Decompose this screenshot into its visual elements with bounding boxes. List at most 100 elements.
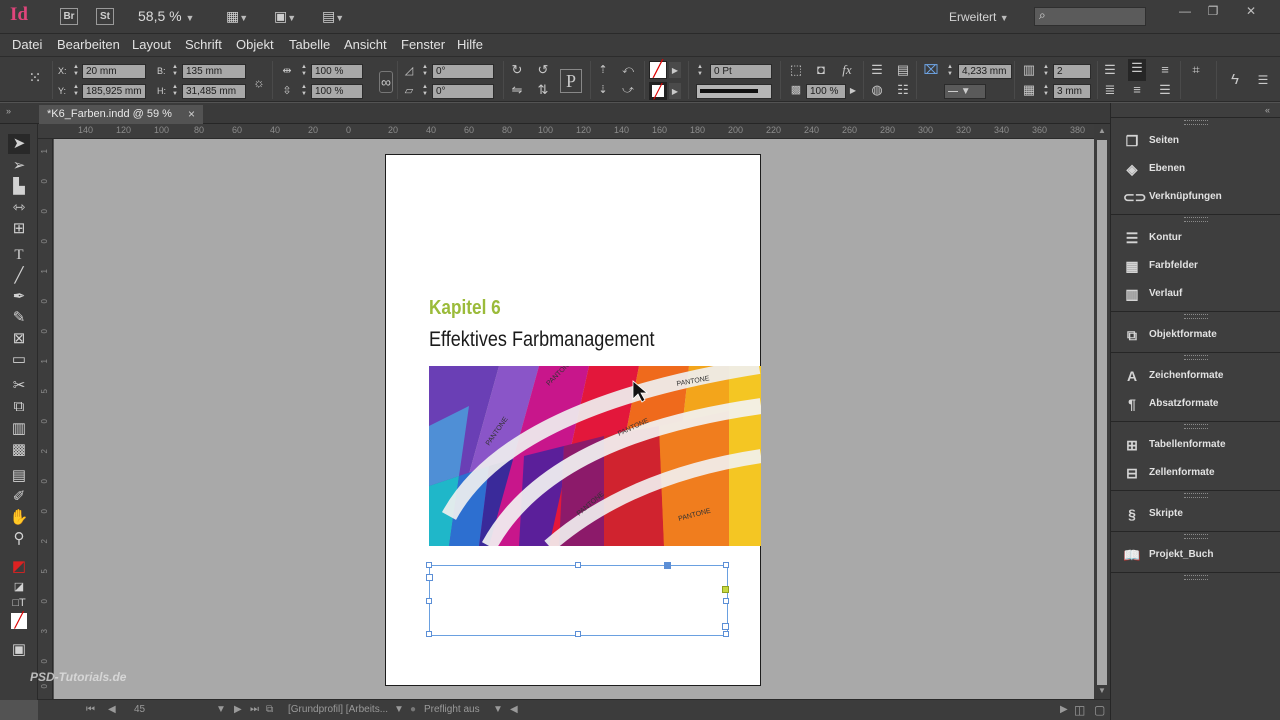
stroke-weight-spinner[interactable]: ▲ ▼ (696, 64, 704, 79)
minimize-button[interactable]: — (1172, 3, 1198, 19)
stroke-type-select[interactable] (696, 84, 772, 99)
panel-kontur[interactable]: ☰ Kontur (1111, 224, 1280, 252)
x-spinner[interactable]: ▲ ▼ (72, 64, 80, 79)
expand-panels-icon[interactable]: « (1265, 105, 1270, 115)
workspace-switcher[interactable]: Erweitert ▼ (949, 10, 1009, 24)
pen-tool-icon[interactable]: ✒ (8, 287, 30, 307)
selection-tool-icon[interactable]: ➤ (8, 134, 30, 154)
scale-x-field[interactable]: 100 % (311, 64, 363, 79)
help-search-input[interactable]: ⌕ (1034, 7, 1146, 26)
text-wrap-jump-icon[interactable]: ☷ (894, 81, 912, 99)
inset-spinner[interactable]: ▲ ▼ (946, 64, 954, 79)
selected-text-frame[interactable] (426, 562, 729, 637)
handle-middle-right[interactable] (723, 598, 729, 604)
opacity-field[interactable]: 100 % (806, 84, 846, 99)
open-in-window-icon[interactable]: ⧉ (266, 704, 273, 715)
page-tool-icon[interactable]: ▙ (8, 177, 30, 197)
rotation-spinner[interactable]: ▲ ▼ (421, 64, 429, 79)
rectangle-tool-icon[interactable]: ▭ (8, 350, 30, 370)
handle-bottom-right[interactable] (723, 631, 729, 637)
preflight-status[interactable]: Preflight aus (424, 704, 480, 715)
stroke-weight-field[interactable]: 0 Pt (710, 64, 772, 79)
next-page-icon[interactable]: ▶ (234, 704, 242, 715)
scroll-right-icon[interactable]: ▶ (1060, 704, 1068, 715)
page-menu-icon[interactable]: ▼ (216, 704, 226, 715)
collapse-tools-icon[interactable]: » (6, 106, 11, 116)
link-scale-icon[interactable]: ∞ (379, 71, 393, 93)
panel-group-grip[interactable] (1111, 421, 1280, 429)
frame-fitting-icon[interactable]: ⌧ (922, 61, 940, 79)
zoom-tool-icon[interactable]: ⚲ (8, 529, 30, 549)
control-panel-menu-icon[interactable]: ☰ (1254, 71, 1272, 89)
panel-group-grip[interactable] (1111, 352, 1280, 360)
scroll-down-icon[interactable]: ▼ (1098, 686, 1106, 695)
panel-group-grip[interactable] (1111, 490, 1280, 498)
flip-horizontal-icon[interactable]: ⇋ (508, 81, 526, 99)
panel-zellenformate[interactable]: ⊟ Zellenformate (1111, 459, 1280, 487)
select-container-icon[interactable]: ⇡ (594, 61, 612, 79)
handle-middle-left[interactable] (426, 598, 432, 604)
panel-zeichenformate[interactable]: A Zeichenformate (1111, 362, 1280, 390)
handle-top-right[interactable] (723, 562, 729, 568)
panel-farbfelder[interactable]: ▦ Farbfelder (1111, 252, 1280, 280)
height-spinner[interactable]: ▲ ▼ (171, 84, 179, 99)
screen-mode-icon[interactable]: ▣▼ (274, 8, 304, 26)
text-wrap-shape-icon[interactable]: ◍ (868, 81, 886, 99)
y-field[interactable]: 185,925 mm (82, 84, 146, 99)
handle-bottom-left[interactable] (426, 631, 432, 637)
inset-field[interactable]: 4,233 mm (958, 64, 1012, 79)
constrain-proportions-icon[interactable]: ☼ (250, 74, 268, 92)
flip-vertical-icon[interactable]: ⇅ (534, 81, 552, 99)
panel-group-grip[interactable] (1111, 117, 1280, 125)
quick-apply-icon[interactable]: ϟ (1226, 71, 1244, 89)
view-options-icon[interactable]: ▦▼ (226, 8, 256, 26)
height-field[interactable]: 31,485 mm (182, 84, 246, 99)
rectangle-frame-tool-icon[interactable]: ⊠ (8, 329, 30, 349)
bridge-button[interactable]: Br (60, 8, 78, 25)
menu-datei[interactable]: Datei (12, 37, 42, 52)
scale-y-field[interactable]: 100 % (311, 84, 363, 99)
panel-seiten[interactable]: ❐ Seiten (1111, 127, 1280, 155)
direct-selection-tool-icon[interactable]: ➢ (8, 156, 30, 176)
scroll-up-icon[interactable]: ▲ (1098, 126, 1106, 135)
panel-verlauf[interactable]: ▥ Verlauf (1111, 280, 1280, 308)
panel-group-grip[interactable] (1111, 214, 1280, 222)
panel-projekt-buch[interactable]: 📖 Projekt_Buch (1111, 541, 1280, 569)
profile-menu-icon[interactable]: ▼ (394, 704, 404, 715)
preflight-menu-icon[interactable]: ▼ (493, 704, 503, 715)
vertical-ruler[interactable]: 1 0 0 0 1 0 0 1 5 0 2 0 0 2 5 0 3 0 0 (38, 139, 53, 699)
corner-shape-select[interactable]: ⎯⎯ ▼ (944, 84, 986, 99)
menu-objekt[interactable]: Objekt (236, 37, 274, 52)
panel-group-grip[interactable] (1111, 311, 1280, 319)
apply-none-icon[interactable]: ╱ (11, 613, 27, 629)
document-page[interactable]: Kapitel 6 Effektives Farbmanagement PANT… (385, 154, 761, 686)
justify-center-icon[interactable]: ≡ (1128, 81, 1146, 99)
opacity-arrow-icon[interactable]: ▶ (848, 82, 858, 100)
gutter-field[interactable]: 3 mm (1053, 84, 1091, 99)
panel-ebenen[interactable]: ◈ Ebenen (1111, 155, 1280, 183)
text-frame-out-port-bottom[interactable] (722, 623, 729, 630)
y-spinner[interactable]: ▲ ▼ (72, 84, 80, 99)
drop-shadow-icon[interactable]: ◘ (812, 61, 830, 79)
text-frame-out-port[interactable] (722, 586, 729, 593)
justify-full-icon[interactable]: ☰ (1156, 81, 1174, 99)
in-port-handle[interactable] (664, 562, 671, 569)
menu-ansicht[interactable]: Ansicht (344, 37, 387, 52)
corner-options-icon[interactable]: ⬚ (787, 61, 805, 79)
pencil-tool-icon[interactable]: ✎ (8, 308, 30, 328)
previous-page-icon[interactable]: ◀ (108, 704, 116, 715)
pantone-fan-image[interactable]: PANTONE PANTONE PANTONE PANTONE PANTONE … (429, 366, 761, 546)
scale-x-spinner[interactable]: ▲ ▼ (300, 64, 308, 79)
panel-group-grip[interactable] (1111, 572, 1280, 580)
gap-tool-icon[interactable]: ⇿ (8, 198, 30, 218)
shear-spinner[interactable]: ▲ ▼ (421, 84, 429, 99)
columns-spinner[interactable]: ▲ ▼ (1042, 64, 1050, 79)
rotate-ccw-icon[interactable]: ↺ (534, 61, 552, 79)
x-field[interactable]: 20 mm (82, 64, 146, 79)
select-content-icon[interactable]: ⇣ (594, 81, 612, 99)
panel-absatzformate[interactable]: ¶ Absatzformate (1111, 390, 1280, 418)
handle-top-center[interactable] (575, 562, 581, 568)
chapter-title[interactable]: Effektives Farbmanagement (429, 328, 655, 352)
maximize-button[interactable]: ❐ (1200, 3, 1226, 19)
gutter-spinner[interactable]: ▲ ▼ (1042, 84, 1050, 99)
